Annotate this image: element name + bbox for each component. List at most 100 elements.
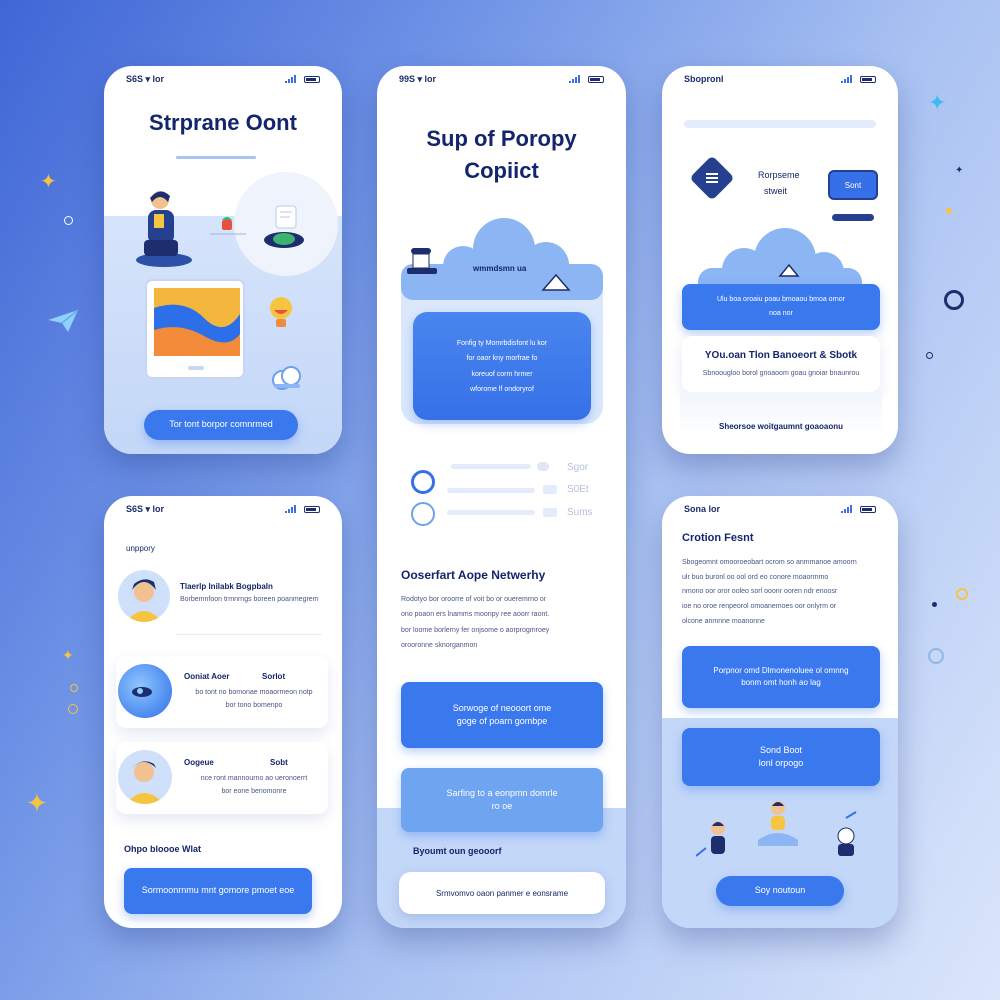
indicator-pill xyxy=(832,214,874,221)
sparkle-icon: ✦ xyxy=(40,171,57,193)
small-action-button[interactable]: Sont xyxy=(828,170,878,200)
progress-step-1[interactable] xyxy=(411,470,435,494)
progress-bar-3 xyxy=(447,510,535,515)
status-bar: Sbopronl xyxy=(662,66,898,92)
list-item[interactable]: Oogeue Sobt nce ront mannourno ao uerono… xyxy=(116,742,328,814)
signal-icon xyxy=(285,505,296,513)
dot-icon xyxy=(928,648,944,664)
toggle-knob[interactable] xyxy=(537,462,549,471)
sparkle-icon: ✦ xyxy=(62,647,74,663)
list-item[interactable]: Tlaerlp lnilabk Bogpbaln Borbemnfoon trm… xyxy=(116,564,330,634)
signal-icon xyxy=(841,505,852,513)
avatar xyxy=(118,664,172,718)
progress-bar-2 xyxy=(447,488,535,493)
footer-button[interactable]: Srmvomvo oaon panmer e eonsrame xyxy=(399,872,605,914)
list-item-title: Tlaerlp lnilabk Bogpbaln xyxy=(180,582,273,591)
brand-diamond-icon xyxy=(686,152,738,209)
phone-screen-onboarding: S6S ▾ lor Strprane Oont Tor tont borpor … xyxy=(104,66,342,454)
body-text: Sbogeomnt omooroeobart ocrom so anmmanoe… xyxy=(682,559,857,625)
divider xyxy=(176,634,322,635)
battery-icon xyxy=(304,75,320,83)
option-button-1[interactable]: Porpnor omd Dlmonenoluee ol omnng bonm o… xyxy=(682,646,880,708)
dot-icon xyxy=(64,216,73,225)
status-bar: 99S ▾ lor xyxy=(377,66,626,92)
list-item-title-tag: Sobt xyxy=(270,758,288,767)
signal-icon xyxy=(569,75,580,83)
mountain-icon xyxy=(541,272,571,297)
mountain-icon xyxy=(778,262,800,283)
list-item[interactable]: Ooniat Aoer Sorlot bo tont no bomonae mo… xyxy=(116,656,328,728)
search-input[interactable] xyxy=(684,120,876,128)
avatar xyxy=(118,570,170,622)
tablet-illustration xyxy=(144,278,248,387)
option-button-1[interactable]: Sorwoge of neooort ome goge of poarn gom… xyxy=(401,682,603,748)
avatar xyxy=(118,750,172,804)
card-label-line2: stweit xyxy=(764,186,788,196)
primary-action-button[interactable]: Soy noutoun xyxy=(716,876,844,906)
status-time: Sona lor xyxy=(684,504,721,514)
card-label-line1: Rorpseme xyxy=(758,170,800,180)
sparkle-icon: ✦ xyxy=(955,165,964,176)
small-chart-icon xyxy=(210,214,246,243)
battery-icon xyxy=(588,75,604,83)
list-item-title: Oogeue xyxy=(184,758,214,767)
progress-label-3: Sums xyxy=(567,507,593,518)
footer-label: Byoumt oun geooorf xyxy=(413,846,502,856)
small-action-label: Sont xyxy=(844,180,862,190)
dot-icon xyxy=(944,290,964,310)
page-title-line2: Copiict xyxy=(464,158,539,183)
status-time: Sbopronl xyxy=(684,74,724,84)
phone-screen-list: S6S ▾ lor unppory Tlaerlp lnilabk Bogpba… xyxy=(104,496,342,928)
feature-card-title: YOu.oan Tlon Banoeort & Sbotk xyxy=(704,350,858,361)
footer-label: Ohpo bloooe Wlat xyxy=(124,844,201,854)
list-item-subtitle: nce ront mannourno ao ueronoerrt bor eon… xyxy=(200,775,308,796)
section-title: Ooserfart Aope Netwerhy xyxy=(401,568,546,582)
cloud-caption: wmmdsmn ua xyxy=(473,264,527,273)
team-illustration xyxy=(695,796,876,871)
feature-card-subtitle: Sbnoougloo borol gnoaoom goau gnoiar bna… xyxy=(702,370,860,377)
status-time: S6S ▾ lor xyxy=(126,503,165,514)
progress-label-2: S0Et xyxy=(567,484,589,495)
boat-icon xyxy=(405,244,445,289)
status-time: S6S ▾ lor xyxy=(126,73,165,84)
info-card-text: Fonfig ty Momrbdisfont lu kor for oaor k… xyxy=(456,340,548,394)
sparkle-icon: ✦ xyxy=(26,788,48,818)
battery-icon xyxy=(860,505,876,513)
list-item-title-tag: Sorlot xyxy=(262,672,286,681)
list-item-subtitle: bo tont no bomonae moaormeon notp bor to… xyxy=(195,689,313,710)
progress-bar-1 xyxy=(451,464,531,469)
top-label: unppory xyxy=(126,544,155,553)
option-button-2[interactable]: Sarfing to a eonpmn domrle ro oe xyxy=(401,768,603,832)
status-bar: Sona lor xyxy=(662,496,898,522)
page-title: Crotion Fesnt xyxy=(682,532,754,544)
status-time: 99S ▾ lor xyxy=(399,73,437,84)
signal-icon xyxy=(841,75,852,83)
title-underline xyxy=(176,156,256,159)
paper-plane-icon xyxy=(46,308,80,339)
checkbox[interactable] xyxy=(543,508,557,517)
battery-icon xyxy=(304,505,320,513)
eye-icon xyxy=(262,204,310,257)
sparkle-icon: ✦ xyxy=(928,90,947,115)
section-body: Rodotyo bor oroorre of voit bo or ouerem… xyxy=(401,596,550,650)
option-button-2[interactable]: Sond Boot lonl orpogo xyxy=(682,728,880,786)
phone-screen-create: Sona lor Crotion Fesnt Sbogeomnt omooroe… xyxy=(662,496,898,928)
progress-step-2[interactable] xyxy=(411,502,435,526)
phone-screen-details: 99S ▾ lor Sup of Poropy Copiict wmmdsmn … xyxy=(377,66,626,928)
person-illustration xyxy=(134,186,194,273)
dot-icon xyxy=(946,208,952,214)
primary-action-button[interactable]: Tor tont borpor comnrmed xyxy=(144,410,298,440)
checkbox[interactable] xyxy=(543,485,557,494)
bottom-text: Sheorsoe woitgaumnt goaoaonu xyxy=(718,422,843,431)
progress-label-1: Sgor xyxy=(567,462,589,473)
list-item-title: Ooniat Aoer xyxy=(184,672,230,681)
dot-icon xyxy=(926,352,933,359)
status-bar: S6S ▾ lor xyxy=(104,496,342,522)
dot-icon xyxy=(932,602,937,607)
battery-icon xyxy=(860,75,876,83)
status-bar: S6S ▾ lor xyxy=(104,66,342,92)
primary-action-button[interactable]: Sormoonrnmu mnt gomore pmoet eoe xyxy=(124,868,312,914)
bulb-icon xyxy=(268,296,294,337)
highlight-card[interactable]: Ulu boa oroaiu poau bmoaou bmoa ornor no… xyxy=(682,284,880,330)
cloud-icon xyxy=(270,364,304,397)
